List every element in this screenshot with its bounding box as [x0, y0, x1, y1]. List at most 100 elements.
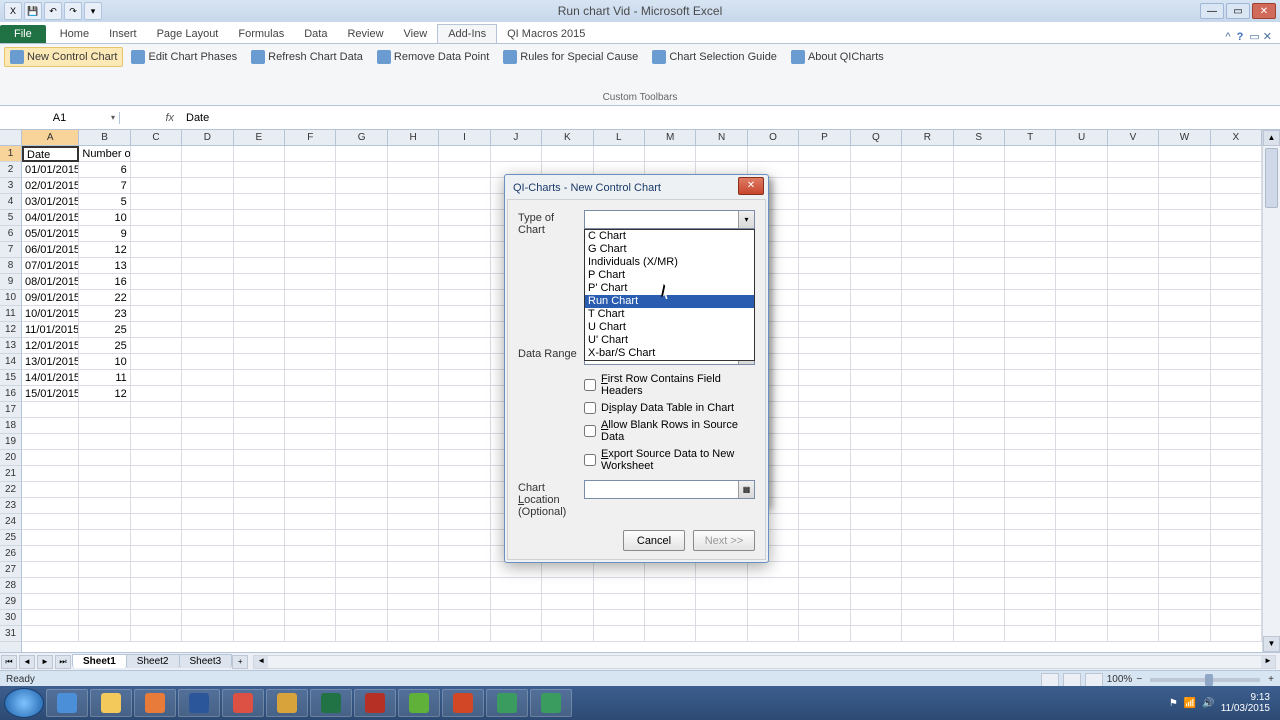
- col-header-R[interactable]: R: [902, 130, 953, 145]
- cell-R14[interactable]: [902, 354, 953, 370]
- cell-A18[interactable]: [22, 418, 79, 434]
- cell-S8[interactable]: [954, 258, 1005, 274]
- col-header-C[interactable]: C: [131, 130, 182, 145]
- cell-Q22[interactable]: [851, 482, 902, 498]
- chart-type-option[interactable]: U Chart: [585, 321, 754, 334]
- close-button[interactable]: ✕: [1252, 3, 1276, 19]
- cell-I20[interactable]: [439, 450, 490, 466]
- cell-C24[interactable]: [131, 514, 182, 530]
- cell-R22[interactable]: [902, 482, 953, 498]
- cell-T19[interactable]: [1005, 434, 1056, 450]
- ribbon-tab-file[interactable]: File: [0, 25, 46, 43]
- row-header-27[interactable]: 27: [0, 562, 21, 578]
- ribbon-tab-add-ins[interactable]: Add-Ins: [437, 24, 497, 43]
- cell-V15[interactable]: [1108, 370, 1159, 386]
- cell-V29[interactable]: [1108, 594, 1159, 610]
- cell-F30[interactable]: [285, 610, 336, 626]
- cell-D14[interactable]: [182, 354, 233, 370]
- row-header-9[interactable]: 9: [0, 274, 21, 290]
- qat-more-icon[interactable]: ▾: [84, 2, 102, 20]
- cell-S27[interactable]: [954, 562, 1005, 578]
- row-header-25[interactable]: 25: [0, 530, 21, 546]
- cell-J31[interactable]: [491, 626, 542, 642]
- cell-T4[interactable]: [1005, 194, 1056, 210]
- cell-F1[interactable]: [285, 146, 336, 162]
- cell-G1[interactable]: [336, 146, 387, 162]
- cell-T26[interactable]: [1005, 546, 1056, 562]
- cell-E1[interactable]: [234, 146, 285, 162]
- cell-K1[interactable]: [542, 146, 593, 162]
- cell-G28[interactable]: [336, 578, 387, 594]
- cell-A9[interactable]: 08/01/2015: [22, 274, 79, 290]
- cell-P26[interactable]: [799, 546, 850, 562]
- ribbon-tab-formulas[interactable]: Formulas: [228, 25, 294, 43]
- cell-B19[interactable]: [79, 434, 130, 450]
- cell-J27[interactable]: [491, 562, 542, 578]
- sheet-nav-first[interactable]: ⏮: [1, 655, 17, 669]
- cell-N28[interactable]: [696, 578, 747, 594]
- cell-W9[interactable]: [1159, 274, 1210, 290]
- cell-X12[interactable]: [1211, 322, 1262, 338]
- cell-M29[interactable]: [645, 594, 696, 610]
- cell-W20[interactable]: [1159, 450, 1210, 466]
- cell-X25[interactable]: [1211, 530, 1262, 546]
- cell-O28[interactable]: [748, 578, 799, 594]
- cell-E16[interactable]: [234, 386, 285, 402]
- cell-E18[interactable]: [234, 418, 285, 434]
- start-button[interactable]: [4, 688, 44, 718]
- cell-X24[interactable]: [1211, 514, 1262, 530]
- cell-G11[interactable]: [336, 306, 387, 322]
- cell-E15[interactable]: [234, 370, 285, 386]
- cell-P24[interactable]: [799, 514, 850, 530]
- cell-X1[interactable]: [1211, 146, 1262, 162]
- cell-G4[interactable]: [336, 194, 387, 210]
- cell-S14[interactable]: [954, 354, 1005, 370]
- cell-Q15[interactable]: [851, 370, 902, 386]
- cell-C11[interactable]: [131, 306, 182, 322]
- cell-A22[interactable]: [22, 482, 79, 498]
- cell-E24[interactable]: [234, 514, 285, 530]
- cell-W23[interactable]: [1159, 498, 1210, 514]
- help-icon[interactable]: ?: [1237, 31, 1244, 43]
- cell-C3[interactable]: [131, 178, 182, 194]
- sheet-nav-last[interactable]: ⏭: [55, 655, 71, 669]
- cell-D17[interactable]: [182, 402, 233, 418]
- cell-X18[interactable]: [1211, 418, 1262, 434]
- cell-Q13[interactable]: [851, 338, 902, 354]
- cell-X31[interactable]: [1211, 626, 1262, 642]
- cell-W15[interactable]: [1159, 370, 1210, 386]
- cell-P31[interactable]: [799, 626, 850, 642]
- cell-B10[interactable]: 22: [79, 290, 130, 306]
- cell-A5[interactable]: 04/01/2015: [22, 210, 79, 226]
- cell-U17[interactable]: [1056, 402, 1107, 418]
- cell-S29[interactable]: [954, 594, 1005, 610]
- cell-B11[interactable]: 23: [79, 306, 130, 322]
- cell-R20[interactable]: [902, 450, 953, 466]
- cell-X10[interactable]: [1211, 290, 1262, 306]
- chart-type-option[interactable]: Individuals (X/MR): [585, 256, 754, 269]
- cell-X28[interactable]: [1211, 578, 1262, 594]
- cell-W17[interactable]: [1159, 402, 1210, 418]
- cell-F6[interactable]: [285, 226, 336, 242]
- cell-V1[interactable]: [1108, 146, 1159, 162]
- cell-P23[interactable]: [799, 498, 850, 514]
- row-header-16[interactable]: 16: [0, 386, 21, 402]
- col-header-N[interactable]: N: [696, 130, 747, 145]
- col-header-F[interactable]: F: [285, 130, 336, 145]
- cell-H8[interactable]: [388, 258, 439, 274]
- cell-U10[interactable]: [1056, 290, 1107, 306]
- cell-T21[interactable]: [1005, 466, 1056, 482]
- formula-input[interactable]: Date: [180, 112, 1280, 124]
- cell-H19[interactable]: [388, 434, 439, 450]
- cell-D26[interactable]: [182, 546, 233, 562]
- cell-I9[interactable]: [439, 274, 490, 290]
- cell-T23[interactable]: [1005, 498, 1056, 514]
- cell-G13[interactable]: [336, 338, 387, 354]
- cell-P28[interactable]: [799, 578, 850, 594]
- cell-C20[interactable]: [131, 450, 182, 466]
- cell-T24[interactable]: [1005, 514, 1056, 530]
- cell-E22[interactable]: [234, 482, 285, 498]
- cell-H23[interactable]: [388, 498, 439, 514]
- cell-V10[interactable]: [1108, 290, 1159, 306]
- cell-F14[interactable]: [285, 354, 336, 370]
